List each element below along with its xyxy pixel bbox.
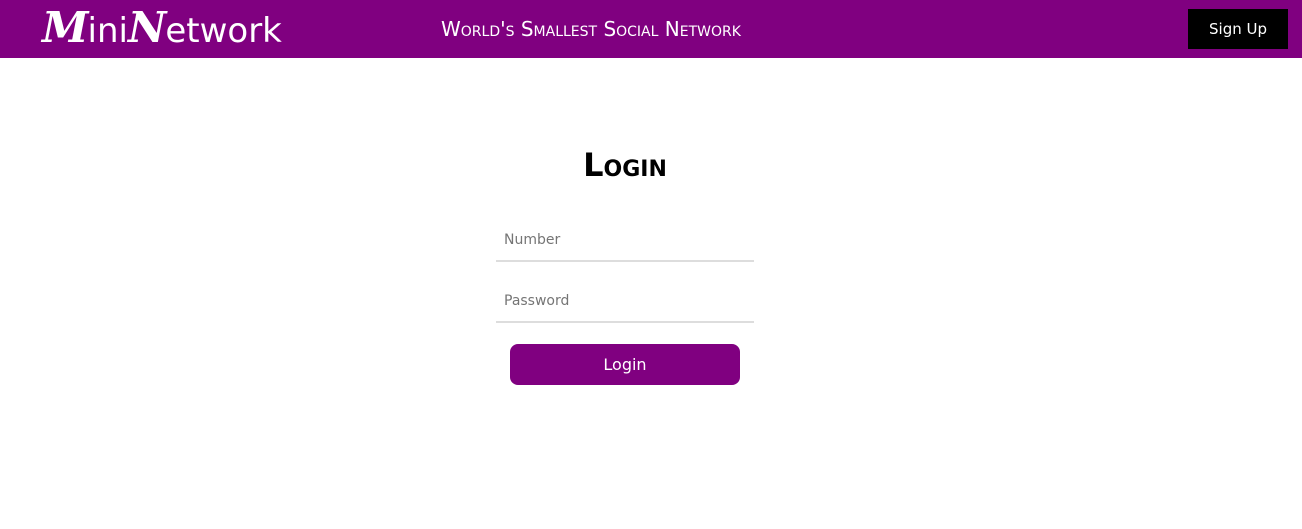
logo-letter-n: N — [127, 3, 166, 52]
top-navbar: MiniNetwork World's Smallest Social Netw… — [0, 0, 1302, 58]
password-input[interactable] — [496, 281, 754, 323]
logo-letter-m: M — [42, 3, 88, 52]
site-tagline: World's Smallest Social Network — [441, 17, 741, 41]
login-heading: Login — [583, 146, 667, 184]
logo-text-ini: ini — [87, 11, 128, 51]
logo-text-etwork: etwork — [165, 11, 282, 51]
sign-up-button[interactable]: Sign Up — [1188, 9, 1288, 49]
number-input[interactable] — [496, 220, 754, 262]
site-logo[interactable]: MiniNetwork — [42, 3, 282, 52]
login-button[interactable]: Login — [510, 344, 740, 385]
